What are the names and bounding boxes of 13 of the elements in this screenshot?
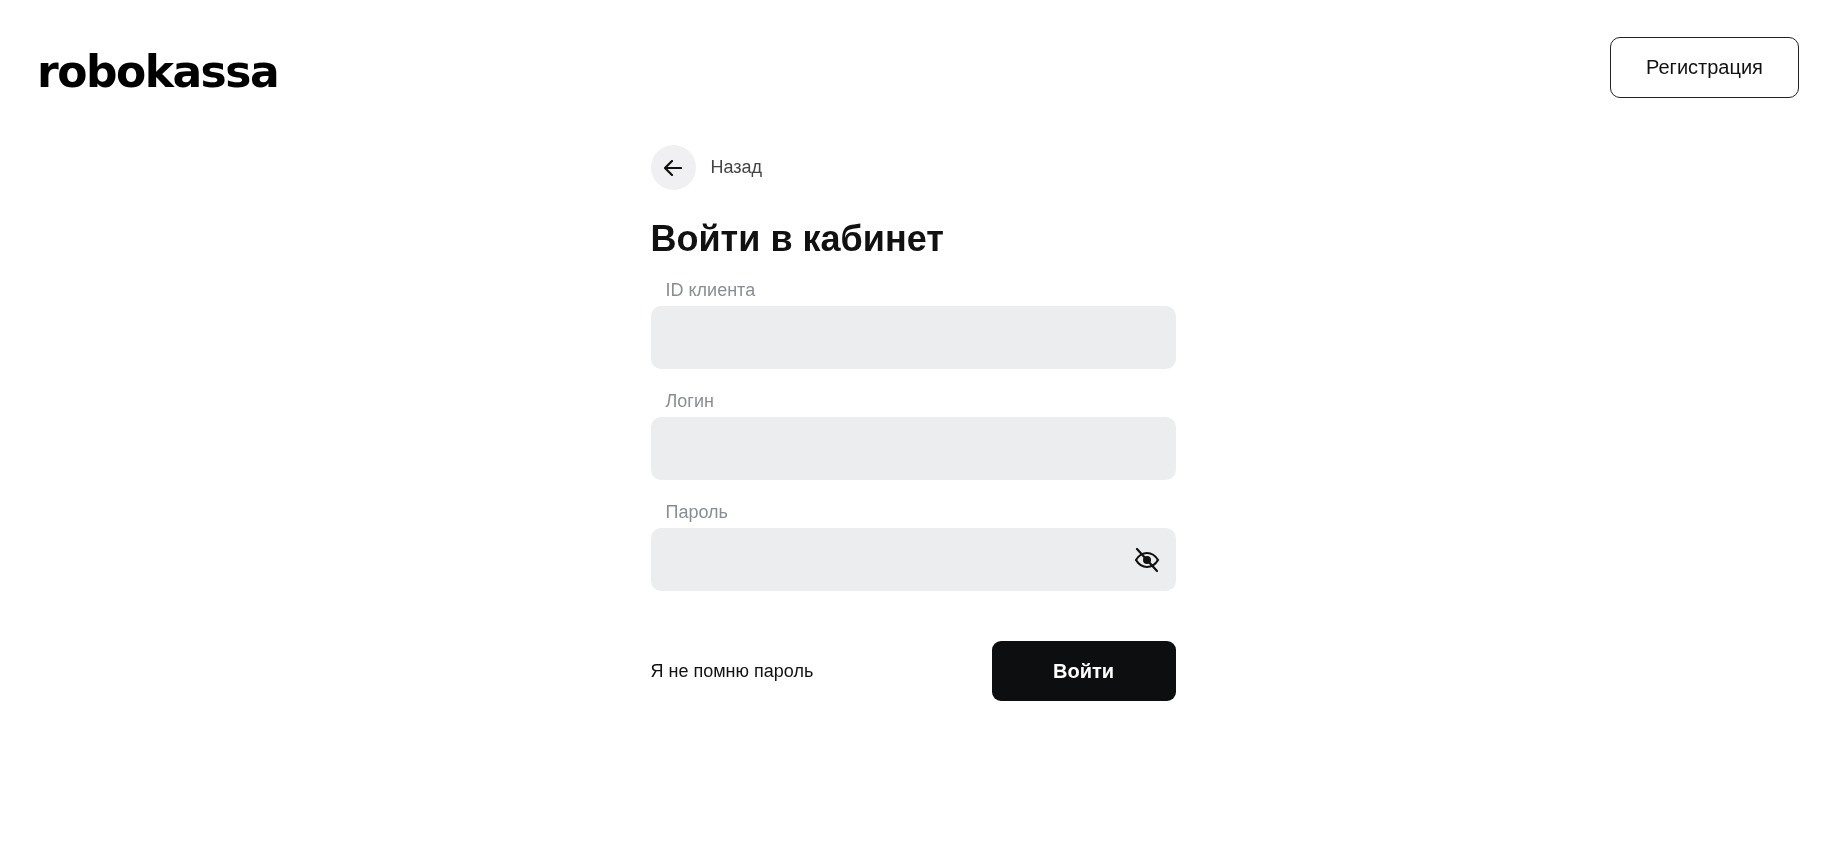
input-field[interactable] xyxy=(650,528,1176,591)
back-link[interactable]: Назад xyxy=(710,157,763,178)
forgot-password-link[interactable]: Я не помню пароль xyxy=(650,660,814,682)
logo[interactable]: robokassa xyxy=(37,49,279,94)
login-button[interactable]: Войти xyxy=(991,641,1176,701)
register-button[interactable]: Регистрация xyxy=(1610,37,1799,98)
back-button[interactable] xyxy=(650,145,696,190)
field-label: Пароль xyxy=(664,502,729,523)
page-title: Войти в кабинет xyxy=(650,218,945,260)
field-label: ID клиента xyxy=(664,280,757,301)
back-arrow-icon xyxy=(664,159,682,176)
hidden-eye-icon[interactable] xyxy=(1132,546,1161,573)
field-label: Логин xyxy=(664,391,715,412)
